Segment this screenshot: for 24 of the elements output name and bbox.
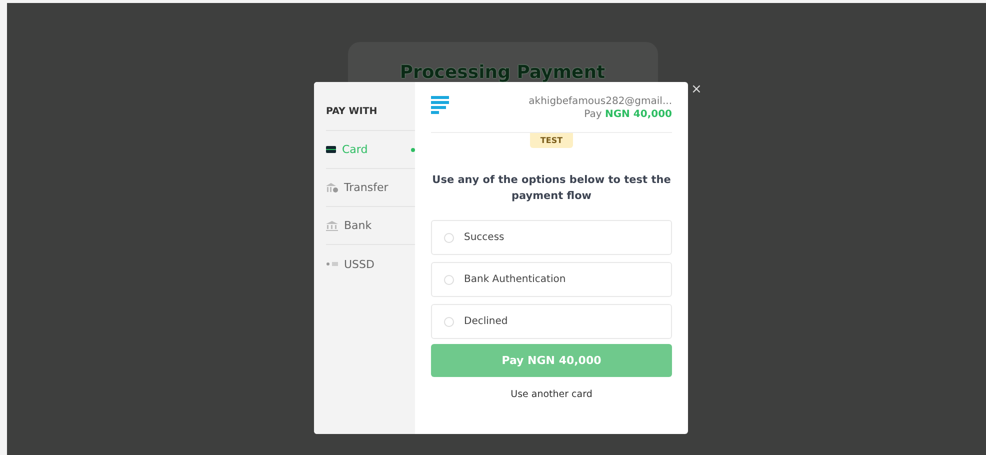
payment-method[interactable]: Transfer	[326, 169, 415, 207]
test-badge: TEST	[530, 133, 573, 148]
customer-email: akhigbefamous282@gmail...	[528, 96, 672, 107]
test-option[interactable]: Bank Authentication	[431, 262, 672, 297]
option-label: Declined	[464, 316, 508, 327]
active-dot	[411, 148, 415, 152]
option-label: Success	[464, 232, 504, 243]
use-another-card-link[interactable]: Use another card	[510, 389, 592, 400]
payment-method[interactable]: Bank	[326, 207, 415, 245]
card-icon	[326, 146, 336, 153]
test-option[interactable]: Success	[431, 220, 672, 255]
radio-button[interactable]	[444, 274, 454, 284]
logo-icon	[431, 96, 449, 114]
test-option[interactable]: Declined	[431, 304, 672, 339]
radio-button[interactable]	[444, 316, 454, 326]
instructions: Use any of the options below to test the payment flow	[431, 173, 672, 204]
bank-icon	[326, 182, 338, 192]
option-label: Bank Authentication	[464, 274, 566, 285]
sidebar-heading: PAY WITH	[326, 106, 415, 131]
pay-amount: Pay NGN 40,000	[584, 109, 672, 120]
payment-method[interactable]: USSD	[326, 245, 415, 283]
close-button[interactable]: ×	[691, 82, 702, 97]
radio-button[interactable]	[444, 232, 454, 242]
bank-icon	[326, 220, 338, 230]
